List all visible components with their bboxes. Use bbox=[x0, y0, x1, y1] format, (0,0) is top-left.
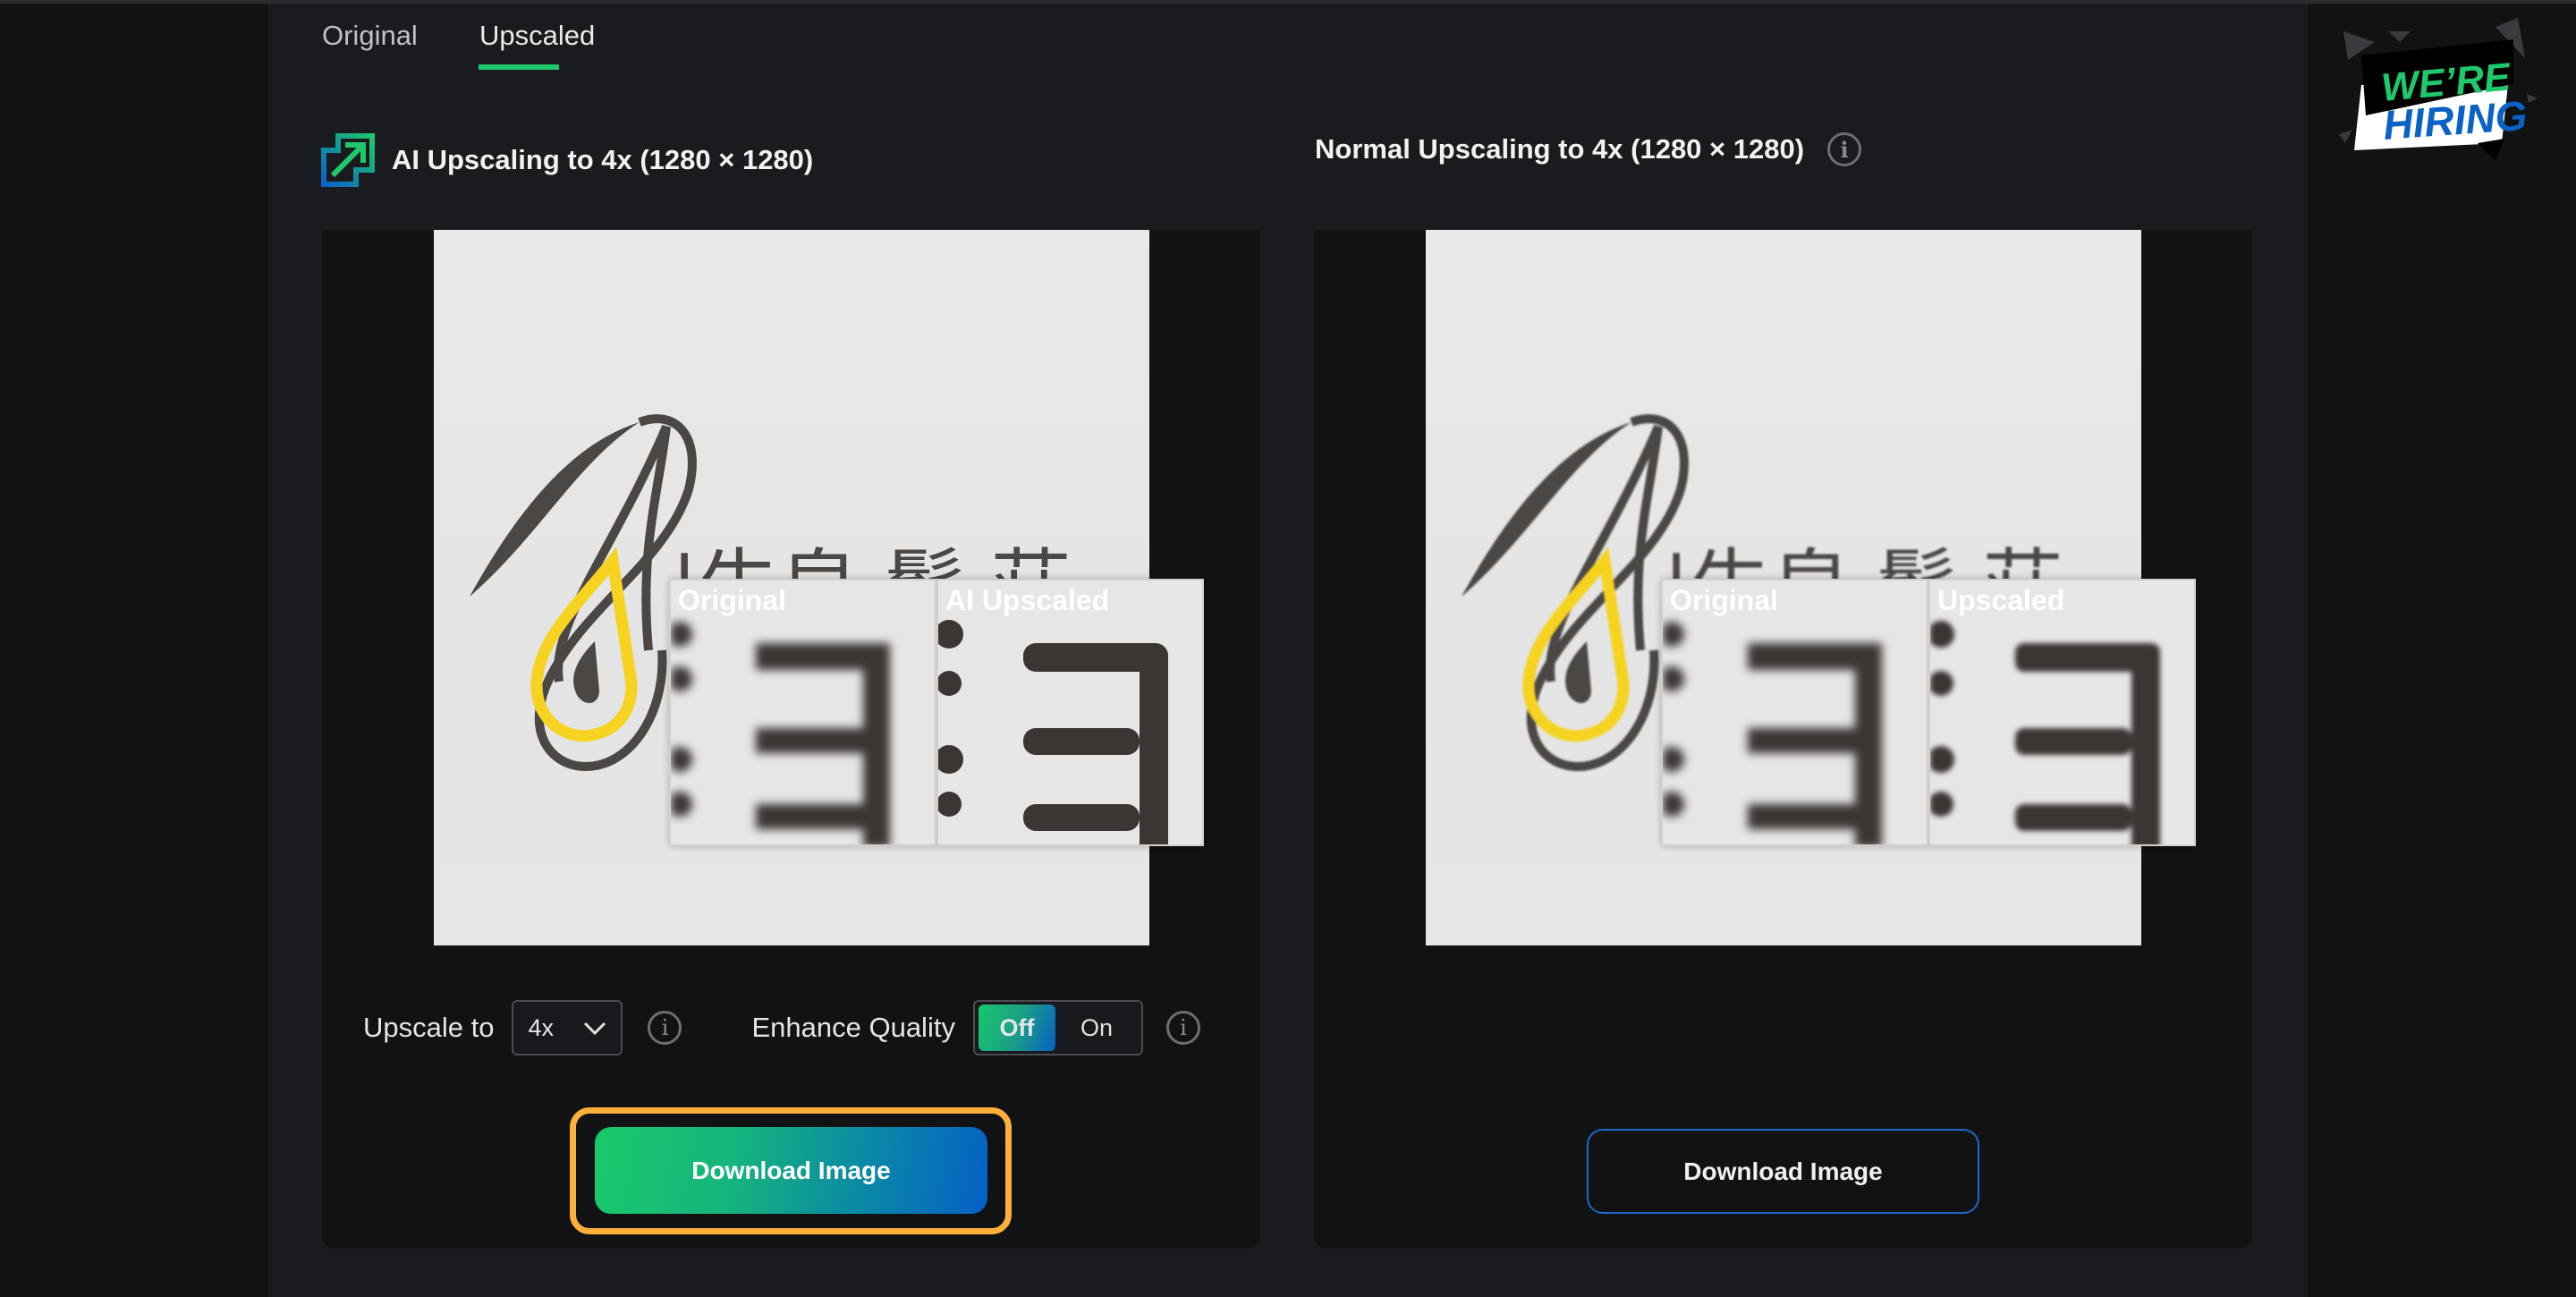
enhance-info-icon[interactable]: i bbox=[1165, 1011, 1200, 1045]
upscale-controls: Upscale to 4x i Enhance Quality Off On i bbox=[363, 1000, 1200, 1055]
download-ai-image-button[interactable]: Download Image bbox=[595, 1127, 987, 1214]
normal-upscaled-panel: |牛皂 鬍 荘 Original Upscaled bbox=[1314, 230, 2252, 1249]
enhance-quality-toggle[interactable]: Off On bbox=[972, 1000, 1143, 1055]
inset-label-upscaled: Upscaled bbox=[1937, 584, 2065, 616]
inset-upscaled: Upscaled bbox=[1928, 579, 2196, 846]
ai-upscaling-title: AI Upscaling to 4x (1280 × 1280) bbox=[392, 144, 814, 175]
comparison-inset: Original Upscaled bbox=[1661, 579, 2196, 846]
normal-upscaled-image: |牛皂 鬍 荘 Original Upscaled bbox=[1426, 230, 2196, 945]
ai-upscaling-heading: AI Upscaling to 4x (1280 × 1280) bbox=[320, 132, 813, 188]
normal-upscaling-title: Normal Upscaling to 4x (1280 × 1280) bbox=[1315, 133, 1805, 165]
info-icon[interactable]: i bbox=[1827, 132, 1862, 166]
inset-label-original: Original bbox=[678, 584, 786, 616]
ai-upscaled-image: |牛皂 鬍 荘 Original AI Upscaled bbox=[434, 230, 1204, 945]
inset-original: Original bbox=[1661, 579, 1928, 846]
toggle-off-option[interactable]: Off bbox=[978, 1005, 1055, 1051]
active-tab-indicator bbox=[479, 64, 559, 70]
upscale-factor-select[interactable]: 4x bbox=[512, 1000, 623, 1055]
tab-original[interactable]: Original bbox=[322, 20, 418, 52]
comparison-inset: Original AI Upscaled bbox=[669, 579, 1204, 846]
banner-line2: HIRING bbox=[2382, 92, 2529, 148]
inset-original: Original bbox=[669, 579, 936, 846]
hiring-banner-graphic: WE’RE HIRING bbox=[2339, 18, 2538, 161]
hiring-banner[interactable]: WE’RE HIRING bbox=[2326, 9, 2558, 170]
upscale-info-icon[interactable]: i bbox=[648, 1011, 682, 1045]
tab-upscaled[interactable]: Upscaled bbox=[479, 20, 595, 52]
toggle-on-option[interactable]: On bbox=[1055, 1014, 1138, 1042]
upscale-to-label: Upscale to bbox=[363, 1012, 495, 1043]
chevron-down-icon bbox=[583, 1014, 606, 1042]
ai-upscale-icon bbox=[321, 133, 375, 187]
inset-label-original: Original bbox=[1670, 584, 1778, 616]
inset-label-upscaled: AI Upscaled bbox=[945, 584, 1110, 616]
enhance-quality-label: Enhance Quality bbox=[751, 1012, 955, 1043]
download-normal-image-button[interactable]: Download Image bbox=[1587, 1129, 1979, 1214]
normal-upscaling-heading: Normal Upscaling to 4x (1280 × 1280) i bbox=[1315, 132, 1862, 166]
upscale-factor-value: 4x bbox=[528, 1013, 554, 1041]
ai-upscaled-panel: |牛皂 鬍 荘 Original AI Upscaled Upscale to … bbox=[322, 230, 1260, 1249]
inset-upscaled: AI Upscaled bbox=[936, 579, 1204, 846]
